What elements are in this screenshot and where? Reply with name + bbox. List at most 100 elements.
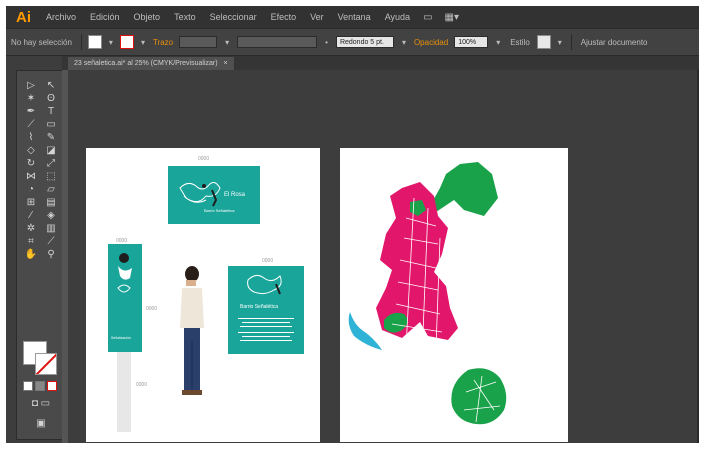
app-window: Ai Archivo Edición Objeto Texto Seleccio… [6,6,699,443]
scrollbar[interactable] [697,70,699,443]
text-line [242,336,290,337]
document-setup-button[interactable]: Ajustar documento [576,38,653,47]
line-tool-icon[interactable]: ⟋ [21,118,41,131]
hand-tool-icon[interactable]: ✋ [21,248,41,261]
park-shape-top-right [430,162,498,216]
magic-wand-tool-icon[interactable]: ✶ [21,92,41,105]
brush-definition-field[interactable]: Redondo 5 pt. [335,36,394,48]
symbol-sprayer-tool-icon[interactable]: ✲ [21,222,41,235]
text-line [240,326,292,327]
gradient-tool-icon[interactable]: ▤ [41,196,61,209]
style-swatch[interactable] [536,35,551,49]
opacity-dropdown-icon[interactable]: ▾ [491,38,505,47]
text-line [238,332,294,333]
totem-label: Señalización [111,336,131,340]
blend-tool-icon[interactable]: ◈ [41,209,61,222]
column-graph-tool-icon[interactable]: ▥ [41,222,61,235]
stroke-dropdown-icon[interactable]: ▾ [136,38,150,47]
screen-mode-icon[interactable]: ▣ [23,417,59,430]
sign-top-panel[interactable]: El Rosa Barrio Señalética [168,166,260,224]
eraser-tool-icon[interactable]: ◪ [41,144,61,157]
close-tab-icon[interactable]: × [224,60,228,67]
width-tool-icon[interactable]: ⋈ [21,170,41,183]
direct-selection-tool-icon[interactable]: ↖ [41,79,61,92]
fill-swatch[interactable] [87,35,102,49]
opacity-label[interactable]: Opacidad [411,38,451,47]
document-tab[interactable]: 23 señaletica.ai* al 25% (CMYK/Previsual… [68,57,234,70]
shape-builder-tool-icon[interactable]: ◔ [21,183,41,196]
menu-objeto[interactable]: Objeto [127,12,168,22]
color-mode-icon[interactable] [23,381,33,391]
rotate-tool-icon[interactable]: ↻ [21,157,41,170]
scale-tool-icon[interactable]: ⤢ [41,157,61,170]
info-panel-title: Barrio Señalética [240,304,279,310]
free-transform-tool-icon[interactable]: ⬚ [41,170,61,183]
gradient-mode-icon[interactable] [35,381,45,391]
mesh-tool-icon[interactable]: ⊞ [21,196,41,209]
sign-top-title: El Rosa [224,192,246,198]
menu-texto[interactable]: Texto [167,12,203,22]
type-tool-icon[interactable]: T [41,105,61,118]
artboard-map[interactable] [340,148,568,442]
stroke-weight-dropdown-icon[interactable]: ▾ [220,38,234,47]
style-label: Estilo [510,37,530,47]
selection-status: No hay selección [11,37,72,47]
perspective-grid-tool-icon[interactable]: ▱ [41,183,61,196]
info-panel-sign[interactable]: Barrio Señalética [228,266,304,354]
dimension-label-top: 0000 [198,156,210,162]
arrange-documents-icon[interactable]: ▦▾ [439,12,465,23]
text-line [238,318,294,319]
stroke-swatch[interactable] [119,35,134,49]
person-scale-figure [180,266,204,395]
totem-post [117,352,131,432]
bridge-icon[interactable]: ▭ [417,12,438,23]
eyedropper-tool-icon[interactable]: ⁄ [21,209,41,222]
canvas-left-edge [62,70,68,443]
menu-ventana[interactable]: Ventana [331,12,378,22]
tools-grid: ▷ ↖ ✶ ʘ ✒ T ⟋ ▭ ⌇ ✎ ◇ ◪ ↻ ⤢ ⋈ ⬚ ◔ ▱ ⊞ ▤ … [21,79,61,261]
menu-seleccionar[interactable]: Seleccionar [203,12,264,22]
style-dropdown-icon[interactable]: ▾ [553,38,567,47]
tools-panel: ▷ ↖ ✶ ʘ ✒ T ⟋ ▭ ⌇ ✎ ◇ ◪ ↻ ⤢ ⋈ ⬚ ◔ ▱ ⊞ ▤ … [16,70,66,440]
menu-ayuda[interactable]: Ayuda [378,12,417,22]
blob-brush-tool-icon[interactable]: ◇ [21,144,41,157]
district-map [348,162,507,425]
lasso-tool-icon[interactable]: ʘ [41,92,61,105]
paintbrush-tool-icon[interactable]: ⌇ [21,131,41,144]
stroke-label[interactable]: Trazo [150,38,176,47]
control-bar: No hay selección ▾ ▾ Trazo ▾ • Redondo 5… [6,28,699,56]
draw-mode-icon[interactable]: ◘ ▭ [23,397,59,410]
menu-edicion[interactable]: Edición [83,12,127,22]
menu-archivo[interactable]: Archivo [39,12,83,22]
map-sketch-icon [179,182,221,207]
park-shape-bottom-right [451,368,507,425]
menu-efecto[interactable]: Efecto [264,12,304,22]
opacity-field[interactable]: 100% [454,36,489,48]
menu-ver[interactable]: Ver [303,12,331,22]
brush-dropdown-icon[interactable]: ▾ [397,38,411,47]
dimension-label-bottom: 0000 [136,382,148,388]
document-tab-title: 23 señaletica.ai* al 25% (CMYK/Previsual… [74,60,218,67]
pencil-tool-icon[interactable]: ✎ [41,131,61,144]
totem-sign[interactable]: Señalización [108,244,142,352]
figure-sketch-icon [117,253,132,293]
stroke-color-swatch[interactable] [35,353,57,375]
slice-tool-icon[interactable]: ⟋ [41,235,61,248]
none-mode-icon[interactable] [47,381,57,391]
rectangle-tool-icon[interactable]: ▭ [41,118,61,131]
pen-tool-icon[interactable]: ✒ [21,105,41,118]
zoom-tool-icon[interactable]: ⚲ [41,248,61,261]
document-tab-strip: 23 señaletica.ai* al 25% (CMYK/Previsual… [62,56,699,70]
water-shape [348,312,382,350]
stroke-weight-field[interactable] [179,36,218,48]
menu-bar: Ai Archivo Edición Objeto Texto Seleccio… [6,6,699,28]
artboard-signage[interactable]: 0000 El Rosa Barrio Señalética 0000 Seña… [86,148,320,442]
artboard-tool-icon[interactable]: ⌗ [21,235,41,248]
selection-tool-icon[interactable]: ▷ [21,79,41,92]
divider [570,34,572,50]
text-line [240,340,292,341]
text-line [242,322,290,323]
fill-dropdown-icon[interactable]: ▾ [104,38,118,47]
variable-width-field[interactable] [237,36,318,48]
map-sketch-icon [247,274,282,295]
